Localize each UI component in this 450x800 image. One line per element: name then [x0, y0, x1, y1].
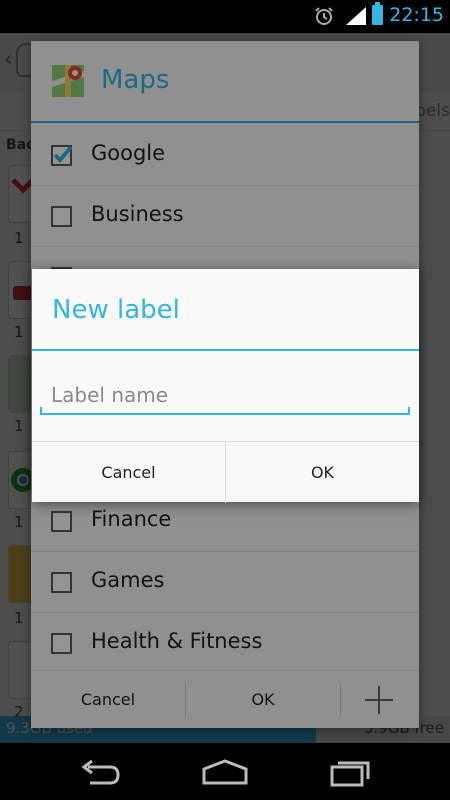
title-divider — [32, 349, 419, 351]
new-label-dialog-buttons: Cancel OK — [32, 441, 419, 503]
label-name-input[interactable] — [40, 377, 410, 415]
new-label-ok-button[interactable]: OK — [226, 442, 419, 503]
home-icon[interactable] — [200, 757, 250, 787]
status-clock: 22:15 — [389, 4, 444, 26]
battery-icon — [372, 2, 383, 25]
new-label-dialog: New label Cancel OK — [32, 269, 419, 503]
signal-icon — [346, 7, 366, 25]
recent-apps-icon[interactable] — [328, 757, 372, 787]
navigation-bar — [0, 743, 450, 800]
new-label-dialog-title: New label — [52, 295, 180, 325]
alarm-icon — [315, 7, 333, 25]
input-edge — [40, 407, 42, 415]
new-label-cancel-button[interactable]: Cancel — [32, 442, 225, 503]
input-edge — [408, 407, 410, 415]
status-bar: 22:15 — [0, 0, 450, 33]
back-icon[interactable] — [78, 757, 122, 787]
